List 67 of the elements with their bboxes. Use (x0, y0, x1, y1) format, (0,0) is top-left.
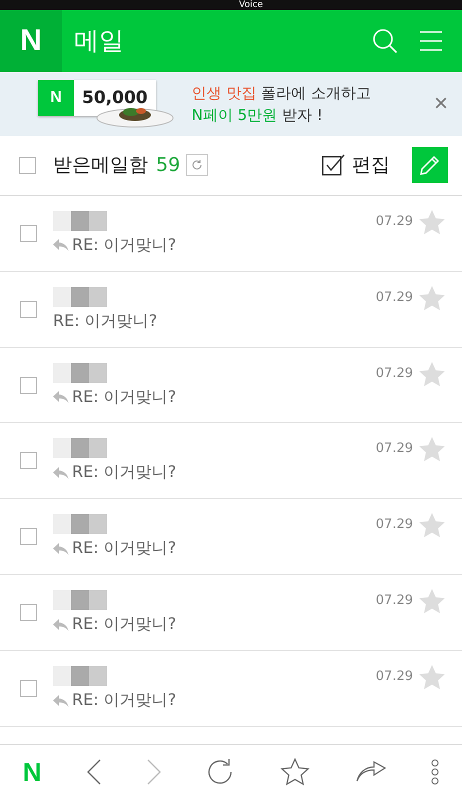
refresh-icon (191, 159, 204, 172)
mail-row[interactable]: RE: 이거맞니? 07.29 (0, 423, 462, 500)
mail-date: 07.29 (376, 290, 413, 305)
redacted-name-drawing (53, 362, 107, 383)
star-icon[interactable] (419, 286, 445, 311)
star-icon[interactable] (419, 437, 445, 462)
mail-subject: RE: 이거맞니? (72, 234, 176, 256)
star-icon[interactable] (419, 362, 445, 387)
mail-subject: RE: 이거맞니? (72, 538, 176, 560)
reward-amount: 50,000 (81, 86, 149, 110)
close-button[interactable]: × (430, 90, 452, 118)
mail-checkbox[interactable] (20, 224, 37, 242)
app-title: 메일 (74, 25, 125, 58)
star-icon[interactable] (280, 758, 310, 786)
mail-date: 07.29 (376, 441, 413, 456)
more-icon[interactable] (431, 759, 440, 786)
mail-subject: RE: 이거맞니? (72, 462, 176, 484)
mail-checkbox[interactable] (20, 680, 37, 698)
forward-icon[interactable] (146, 759, 161, 786)
banner-text: 인생 맛집 폴라에 소개하고 (192, 82, 372, 104)
banner-text: N페이 5만원 받자 ! (192, 104, 324, 126)
mail-checkbox[interactable] (20, 528, 37, 546)
logo[interactable]: N (0, 10, 62, 72)
mail-checkbox[interactable] (20, 300, 37, 318)
redacted-name-drawing (53, 438, 107, 458)
mail-row[interactable]: RE: 이거맞니? 07.29 (0, 272, 462, 348)
mail-date: 07.29 (376, 517, 413, 532)
redacted-name-drawing (53, 590, 107, 610)
reload-icon[interactable] (206, 758, 234, 786)
mail-date: 07.29 (376, 366, 413, 381)
mail-row[interactable]: RE: 이거맞니? 07.29 (0, 651, 462, 728)
edit-button[interactable]: 편집 (322, 152, 390, 178)
mail-checkbox[interactable] (20, 604, 37, 622)
folder-title: 받은메일함 (53, 153, 148, 178)
search-icon (372, 28, 398, 54)
mail-subject: RE: 이거맞니? (72, 386, 176, 408)
star-icon[interactable] (419, 210, 445, 235)
pencil-icon (419, 154, 441, 176)
ad-banner[interactable]: N 50,000 인생 맛집 폴라에 소개하고 N페이 5만원 받자 ! × (0, 72, 462, 136)
redacted-name-drawing (53, 514, 107, 534)
redacted-name-drawing (53, 286, 107, 307)
status-text: Voice (239, 0, 263, 10)
refresh-button[interactable] (186, 154, 208, 176)
mail-row[interactable]: RE: 이거맞니? 07.29 (0, 499, 462, 576)
mail-checkbox[interactable] (20, 452, 37, 470)
back-icon[interactable] (87, 759, 102, 786)
badge-logo: N (38, 80, 74, 116)
redacted-name-drawing (53, 210, 107, 231)
mail-row[interactable]: RE: 이거맞니? 07.29 (0, 348, 462, 424)
mail-date: 07.29 (376, 669, 413, 684)
share-icon[interactable] (356, 761, 386, 784)
star-icon[interactable] (419, 589, 445, 614)
compose-button[interactable] (412, 147, 448, 184)
mail-count: 59 (156, 154, 180, 176)
redacted-name-drawing (53, 666, 107, 686)
mail-date: 07.29 (376, 214, 413, 229)
star-icon[interactable] (419, 513, 445, 538)
mail-subject: RE: 이거맞니? (72, 690, 176, 712)
mail-row[interactable]: RE: 이거맞니? 07.29 (0, 196, 462, 272)
select-all-checkbox[interactable] (19, 156, 36, 174)
mail-date: 07.29 (376, 593, 413, 608)
star-icon[interactable] (419, 665, 445, 690)
mail-row[interactable]: RE: 이거맞니? 07.29 (0, 575, 462, 652)
mail-subject: RE: 이거맞니? (72, 614, 176, 636)
mail-subject: RE: 이거맞니? (53, 310, 158, 332)
menu-icon (420, 30, 442, 51)
mail-checkbox[interactable] (20, 376, 37, 394)
